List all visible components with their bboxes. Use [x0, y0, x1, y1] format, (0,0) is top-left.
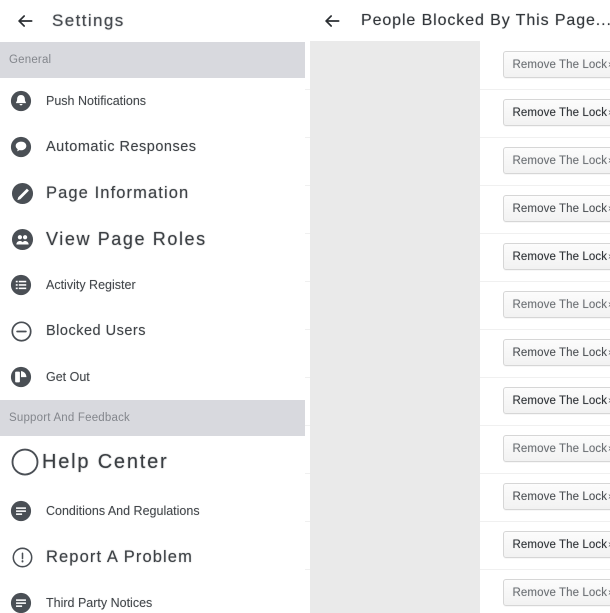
help-circle-icon — [10, 447, 40, 477]
remove-the-lock-button[interactable]: Remove The Lock › — [503, 51, 610, 78]
sidebar-item-label: Report A Problem — [46, 547, 193, 566]
remove-the-lock-button[interactable]: Remove The Lock › — [503, 147, 610, 174]
sidebar-item-label: View Page Roles — [46, 228, 207, 249]
remove-the-lock-button[interactable]: Remove The Lock › — [503, 579, 610, 606]
sidebar-item-conditions-and-regulations[interactable]: Conditions And Regulations — [0, 488, 305, 534]
blocked-people-panel: People Blocked By This Page... Remove Th… — [305, 0, 610, 613]
table-row: Remove The Lock › — [305, 41, 610, 91]
sidebar-item-label: Help Center — [42, 450, 169, 473]
back-arrow-icon[interactable] — [12, 8, 38, 34]
remove-the-lock-button[interactable]: Remove The Lock › — [503, 339, 610, 366]
table-row: Remove The Lock › — [305, 377, 610, 427]
settings-header: Settings — [0, 0, 305, 42]
section-label: General — [9, 54, 52, 66]
avatar — [310, 473, 480, 523]
bell-icon — [8, 88, 34, 114]
section-header-support-and-feedback: Support And Feedback — [0, 400, 305, 436]
avatar — [310, 137, 480, 187]
minus-circle-icon — [8, 318, 34, 344]
avatar — [310, 521, 480, 571]
remove-the-lock-button[interactable]: Remove The Lock › — [503, 483, 610, 510]
table-row: Remove The Lock › — [305, 281, 610, 331]
sidebar-item-blocked-users[interactable]: Blocked Users — [0, 308, 305, 354]
sidebar-item-label: Push Notifications — [46, 94, 147, 108]
sidebar-item-label: Automatic Responses — [46, 139, 197, 155]
sidebar-item-activity-register[interactable]: Activity Register — [0, 262, 305, 308]
button-label: Remove The Lock — [512, 298, 608, 311]
sidebar-item-label: Get Out — [46, 370, 90, 384]
avatar — [310, 569, 480, 613]
exclamation-circle-icon — [8, 543, 36, 571]
sidebar-item-third-party-notices[interactable]: Third Party Notices — [0, 580, 305, 613]
general-menu-list: Push Notifications Automatic Responses P… — [0, 78, 305, 400]
button-label: Remove The Lock — [512, 442, 608, 455]
chat-bubble-icon — [8, 134, 34, 160]
remove-the-lock-button[interactable]: Remove The Lock › — [503, 291, 610, 318]
support-menu-list: Help Center Conditions And Regulations R… — [0, 436, 305, 613]
sidebar-item-help-center[interactable]: Help Center — [0, 436, 305, 488]
avatar — [310, 185, 480, 235]
sidebar-item-label: Page Information — [46, 183, 190, 202]
remove-the-lock-button[interactable]: Remove The Lock › — [503, 435, 610, 462]
avatar — [310, 281, 480, 331]
button-label: Remove The Lock — [512, 202, 608, 215]
table-row: Remove The Lock › — [305, 329, 610, 379]
avatar — [310, 233, 480, 283]
avatar — [310, 425, 480, 475]
sidebar-item-label: Activity Register — [46, 278, 136, 292]
people-icon — [8, 225, 36, 253]
sidebar-item-page-information[interactable]: Page Information — [0, 170, 305, 216]
remove-the-lock-button[interactable]: Remove The Lock › — [503, 99, 610, 126]
sidebar-item-view-page-roles[interactable]: View Page Roles — [0, 216, 305, 262]
document-icon — [8, 498, 34, 524]
table-row: Remove The Lock › — [305, 521, 610, 571]
table-row: Remove The Lock › — [305, 473, 610, 523]
sidebar-item-label: Third Party Notices — [46, 596, 153, 610]
section-label: Support And Feedback — [9, 412, 130, 424]
button-label: Remove The Lock — [512, 154, 608, 167]
button-label: Remove The Lock — [512, 538, 608, 551]
button-label: Remove The Lock — [512, 106, 608, 119]
page-title: Settings — [52, 11, 125, 30]
table-row: Remove The Lock › — [305, 425, 610, 475]
page-title: People Blocked By This Page... — [361, 12, 610, 29]
button-label: Remove The Lock — [512, 490, 608, 503]
remove-the-lock-button[interactable]: Remove The Lock › — [503, 387, 610, 414]
sidebar-item-get-out[interactable]: Get Out — [0, 354, 305, 400]
section-header-general: General — [0, 42, 305, 78]
logout-icon — [8, 364, 34, 390]
sidebar-item-automatic-responses[interactable]: Automatic Responses — [0, 124, 305, 170]
sidebar-item-label: Blocked Users — [46, 323, 146, 339]
button-label: Remove The Lock — [512, 586, 608, 599]
blocked-people-list: Remove The Lock › Remove The Lock › Remo… — [305, 41, 610, 613]
document-icon — [8, 590, 34, 613]
list-icon — [8, 272, 34, 298]
button-label: Remove The Lock — [512, 394, 608, 407]
button-label: Remove The Lock — [512, 346, 608, 359]
sidebar-item-label: Conditions And Regulations — [46, 504, 200, 518]
avatar — [310, 377, 480, 427]
table-row: Remove The Lock › — [305, 185, 610, 235]
blocked-people-header: People Blocked By This Page... — [305, 0, 610, 42]
avatar — [310, 89, 480, 139]
sidebar-item-push-notifications[interactable]: Push Notifications — [0, 78, 305, 124]
settings-screen: Settings General Push Notifications Auto… — [0, 0, 610, 613]
button-label: Remove The Lock — [512, 250, 608, 263]
back-arrow-icon[interactable] — [319, 8, 345, 34]
button-label: Remove The Lock — [512, 58, 608, 71]
table-row: Remove The Lock › — [305, 137, 610, 187]
avatar — [310, 329, 480, 379]
remove-the-lock-button[interactable]: Remove The Lock › — [503, 195, 610, 222]
table-row: Remove The Lock › — [305, 89, 610, 139]
avatar — [310, 41, 480, 91]
pencil-icon — [8, 179, 36, 207]
remove-the-lock-button[interactable]: Remove The Lock › — [503, 243, 610, 270]
table-row: Remove The Lock › — [305, 569, 610, 613]
sidebar-item-report-a-problem[interactable]: Report A Problem — [0, 534, 305, 580]
remove-the-lock-button[interactable]: Remove The Lock › — [503, 531, 610, 558]
settings-panel: Settings General Push Notifications Auto… — [0, 0, 305, 613]
table-row: Remove The Lock › — [305, 233, 610, 283]
